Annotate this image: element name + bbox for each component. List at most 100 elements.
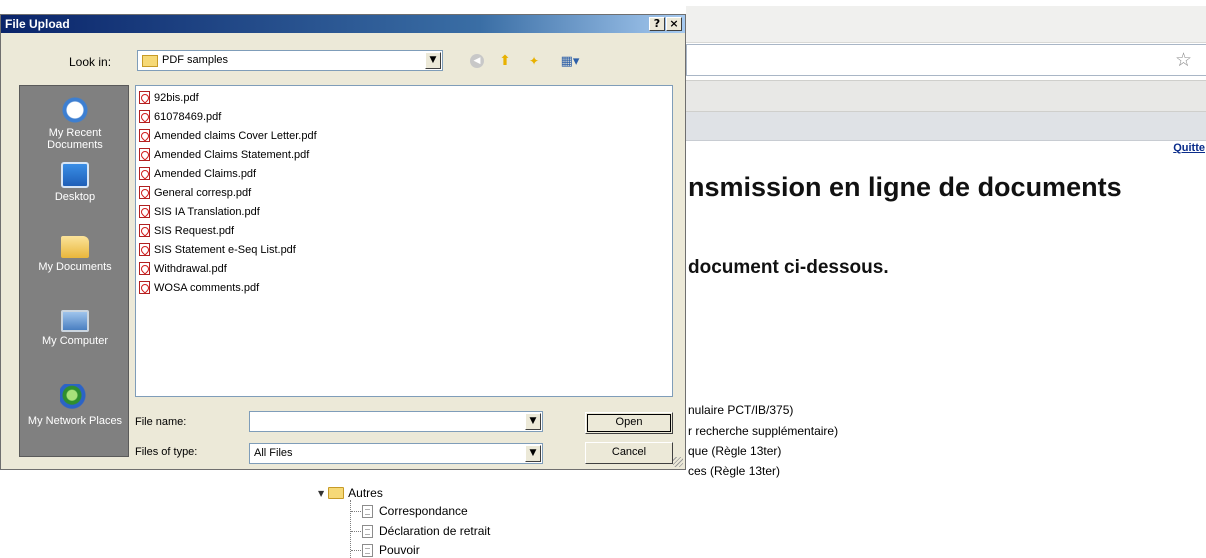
place-label: My Network Places xyxy=(27,415,123,427)
back-arrow-icon: ◀ xyxy=(470,54,484,68)
file-name: SIS Statement e-Seq List.pdf xyxy=(154,243,296,256)
chevron-down-icon[interactable]: ▼ xyxy=(525,413,541,430)
place-label: Desktop xyxy=(54,191,96,203)
expand-triangle-icon[interactable]: ▼ xyxy=(318,489,324,498)
pdf-file-icon xyxy=(139,129,150,142)
bookmark-star-icon[interactable]: ☆ xyxy=(1175,49,1192,71)
my-computer-icon xyxy=(61,310,89,332)
tree-item[interactable]: Correspondance xyxy=(362,504,468,518)
dialog-titlebar[interactable]: File Upload ? × xyxy=(1,15,685,33)
cancel-button[interactable]: Cancel xyxy=(585,442,673,464)
chevron-down-icon[interactable]: ▼ xyxy=(425,52,441,69)
dialog-title: File Upload xyxy=(5,17,70,31)
place-label: My Computer xyxy=(41,335,109,347)
tree-folder-autres[interactable]: ▼ Autres xyxy=(318,486,383,500)
file-item[interactable]: Amended claims Cover Letter.pdf xyxy=(139,127,317,144)
pdf-file-icon xyxy=(139,224,150,237)
back-button[interactable]: ◀ xyxy=(467,51,487,71)
place-my-computer[interactable]: My Computer xyxy=(20,310,130,347)
file-item[interactable]: Amended Claims.pdf xyxy=(139,165,256,182)
folder-icon xyxy=(142,55,158,67)
document-option[interactable]: nulaire PCT/IB/375) xyxy=(688,403,793,417)
folder-icon xyxy=(328,487,345,499)
tree-item[interactable]: Déclaration de retrait xyxy=(362,524,490,538)
place-my-network-places[interactable]: My Network Places xyxy=(20,384,130,427)
up-folder-icon: ⬆ xyxy=(499,53,511,69)
pdf-file-icon xyxy=(139,205,150,218)
page-header-bar xyxy=(686,112,1206,141)
new-folder-icon: ✦ xyxy=(528,54,540,68)
place-label: My Recent Documents xyxy=(47,127,103,151)
tree-connector xyxy=(351,531,361,532)
document-option[interactable]: que (Règle 13ter) xyxy=(688,444,781,458)
open-button[interactable]: Open xyxy=(585,412,673,434)
place-my-recent-documents[interactable]: My Recent Documents xyxy=(20,96,130,151)
tree-item[interactable]: Pouvoir xyxy=(362,543,420,557)
page-subtitle: document ci-dessous. xyxy=(688,257,889,278)
file-name: SIS Request.pdf xyxy=(154,224,235,237)
new-folder-button[interactable]: ✦ xyxy=(524,51,544,71)
pdf-file-icon xyxy=(139,281,150,294)
file-item[interactable]: WOSA comments.pdf xyxy=(139,279,259,296)
file-item[interactable]: 61078469.pdf xyxy=(139,108,221,125)
place-desktop[interactable]: Desktop xyxy=(20,162,130,203)
address-bar[interactable]: ☆ xyxy=(686,44,1206,76)
file-name: Amended Claims.pdf xyxy=(154,167,257,180)
file-name: Amended claims Cover Letter.pdf xyxy=(154,129,317,142)
tree-item-label: Déclaration de retrait xyxy=(379,524,491,538)
file-item[interactable]: Withdrawal.pdf xyxy=(139,260,227,277)
my-documents-icon xyxy=(61,236,89,258)
pdf-file-icon xyxy=(139,148,150,161)
recent-documents-icon xyxy=(60,96,90,124)
network-places-icon xyxy=(60,384,90,412)
look-in-value: PDF samples xyxy=(162,54,229,66)
document-icon xyxy=(362,543,373,557)
help-button[interactable]: ? xyxy=(649,17,665,31)
file-item[interactable]: Amended Claims Statement.pdf xyxy=(139,146,309,163)
views-menu-button[interactable]: ▦▾ xyxy=(556,51,584,71)
files-of-type-value: All Files xyxy=(254,447,293,459)
files-of-type-label: Files of type: xyxy=(135,446,198,458)
file-name: 61078469.pdf xyxy=(154,110,222,123)
page-title: nsmission en ligne de documents xyxy=(688,172,1122,202)
file-item[interactable]: SIS Request.pdf xyxy=(139,222,234,239)
up-folder-button[interactable]: ⬆ xyxy=(495,51,515,71)
pdf-file-icon xyxy=(139,243,150,256)
place-label: My Documents xyxy=(38,261,112,273)
pdf-file-icon xyxy=(139,186,150,199)
file-name: SIS IA Translation.pdf xyxy=(154,205,260,218)
pdf-file-icon xyxy=(139,110,150,123)
document-option[interactable]: r recherche supplémentaire) xyxy=(688,424,838,438)
tree-item-label: Correspondance xyxy=(379,504,468,518)
resize-grip-icon[interactable] xyxy=(673,457,683,467)
file-item[interactable]: SIS Statement e-Seq List.pdf xyxy=(139,241,296,258)
document-icon xyxy=(362,524,373,538)
files-of-type-dropdown[interactable]: All Files ▼ xyxy=(249,443,543,464)
file-item[interactable]: SIS IA Translation.pdf xyxy=(139,203,260,220)
pdf-file-icon xyxy=(139,91,150,104)
file-name-input[interactable]: ▼ xyxy=(249,411,543,432)
file-name: Amended Claims Statement.pdf xyxy=(154,148,310,161)
chevron-down-icon[interactable]: ▼ xyxy=(525,445,541,462)
browser-tab-strip xyxy=(686,80,1206,112)
file-name: Withdrawal.pdf xyxy=(154,262,227,275)
file-name: 92bis.pdf xyxy=(154,91,199,104)
file-name: General corresp.pdf xyxy=(154,186,252,199)
place-my-documents[interactable]: My Documents xyxy=(20,236,130,273)
file-name: WOSA comments.pdf xyxy=(154,281,260,294)
places-bar: My Recent Documents Desktop My Documents… xyxy=(19,85,129,457)
look-in-dropdown[interactable]: PDF samples ▼ xyxy=(137,50,443,71)
views-menu-icon: ▦▾ xyxy=(560,53,580,69)
pdf-file-icon xyxy=(139,167,150,180)
document-option[interactable]: ces (Règle 13ter) xyxy=(688,464,780,478)
tree-folder-label: Autres xyxy=(348,486,383,500)
close-button[interactable]: × xyxy=(666,17,682,31)
file-upload-dialog: File Upload ? × Look in: PDF samples ▼ ◀… xyxy=(0,14,686,470)
tree-connector xyxy=(351,550,361,551)
browser-toolbar xyxy=(686,6,1206,43)
file-item[interactable]: General corresp.pdf xyxy=(139,184,251,201)
file-item[interactable]: 92bis.pdf xyxy=(139,89,199,106)
look-in-label: Look in: xyxy=(69,55,112,69)
quit-link[interactable]: Quitte xyxy=(1173,142,1205,154)
file-list[interactable]: 92bis.pdf 61078469.pdf Amended claims Co… xyxy=(135,85,673,397)
